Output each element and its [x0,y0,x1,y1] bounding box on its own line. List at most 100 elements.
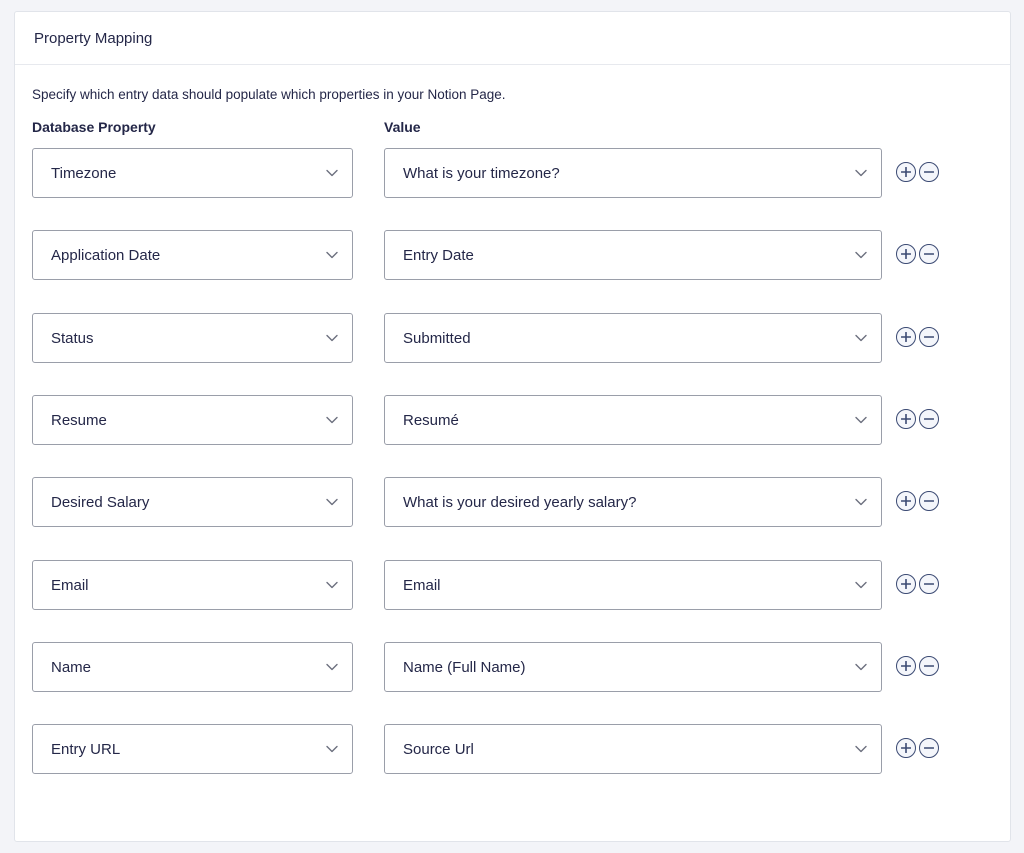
value-select[interactable]: What is your timezone? [384,148,882,198]
value-select[interactable]: What is your desired yearly salary? [384,477,882,527]
value-selected-value: Source Url [403,740,474,758]
chevron-down-icon [855,169,867,177]
mapping-row: Timezone What is your timezone? [32,148,962,198]
chevron-down-icon [326,334,338,342]
database-property-selected-value: Desired Salary [51,493,150,511]
chevron-down-icon [855,581,867,589]
row-actions [896,491,939,511]
database-property-selected-value: Application Date [51,246,161,264]
add-mapping-button[interactable] [896,244,916,264]
value-select[interactable]: Source Url [384,724,882,774]
chevron-down-icon [326,251,338,259]
add-mapping-button[interactable] [896,409,916,429]
add-mapping-button[interactable] [896,738,916,758]
mapping-row: Resume Resumé [32,395,962,445]
chevron-down-icon [326,581,338,589]
minus-icon [924,583,934,585]
remove-mapping-button[interactable] [919,244,939,264]
row-actions [896,409,939,429]
remove-mapping-button[interactable] [919,738,939,758]
chevron-down-icon [855,334,867,342]
chevron-down-icon [855,745,867,753]
plus-icon [901,496,911,506]
plus-icon [901,579,911,589]
plus-icon [901,743,911,753]
chevron-down-icon [855,416,867,424]
database-property-selected-value: Entry URL [51,740,121,758]
minus-icon [924,747,934,749]
add-mapping-button[interactable] [896,327,916,347]
value-column-label: Value [384,119,421,135]
plus-icon [901,414,911,424]
database-property-selected-value: Email [51,576,89,594]
chevron-down-icon [855,498,867,506]
value-select[interactable]: Name (Full Name) [384,642,882,692]
chevron-down-icon [855,663,867,671]
row-actions [896,656,939,676]
database-property-selected-value: Timezone [51,164,117,182]
value-selected-value: Resumé [403,411,459,429]
row-actions [896,738,939,758]
value-select[interactable]: Submitted [384,313,882,363]
minus-icon [924,500,934,502]
mapping-row: Name Name (Full Name) [32,642,962,692]
row-actions [896,574,939,594]
value-select[interactable]: Entry Date [384,230,882,280]
chevron-down-icon [326,416,338,424]
chevron-down-icon [326,498,338,506]
database-property-selected-value: Resume [51,411,107,429]
database-property-select[interactable]: Timezone [32,148,353,198]
plus-icon [901,332,911,342]
mapping-row: Status Submitted [32,313,962,363]
database-property-select[interactable]: Name [32,642,353,692]
chevron-down-icon [855,251,867,259]
database-property-select[interactable]: Status [32,313,353,363]
value-selected-value: What is your timezone? [403,164,560,182]
value-selected-value: Entry Date [403,246,474,264]
database-property-selected-value: Name [51,658,92,676]
row-actions [896,162,939,182]
mapping-row: Application Date Entry Date [32,230,962,280]
remove-mapping-button[interactable] [919,409,939,429]
mapping-row: Desired Salary What is your desired year… [32,477,962,527]
value-selected-value: Submitted [403,329,471,347]
mapping-row: Email Email [32,560,962,610]
add-mapping-button[interactable] [896,491,916,511]
value-selected-value: What is your desired yearly salary? [403,493,637,511]
minus-icon [924,336,934,338]
value-select[interactable]: Email [384,560,882,610]
mapping-description: Specify which entry data should populate… [32,87,506,102]
remove-mapping-button[interactable] [919,162,939,182]
add-mapping-button[interactable] [896,162,916,182]
database-property-select[interactable]: Desired Salary [32,477,353,527]
minus-icon [924,665,934,667]
plus-icon [901,249,911,259]
remove-mapping-button[interactable] [919,491,939,511]
mapping-row: Entry URL Source Url [32,724,962,774]
value-selected-value: Email [403,576,441,594]
add-mapping-button[interactable] [896,574,916,594]
database-property-column-label: Database Property [32,119,156,135]
remove-mapping-button[interactable] [919,656,939,676]
chevron-down-icon [326,745,338,753]
database-property-select[interactable]: Application Date [32,230,353,280]
value-select[interactable]: Resumé [384,395,882,445]
database-property-select[interactable]: Entry URL [32,724,353,774]
chevron-down-icon [326,663,338,671]
row-actions [896,244,939,264]
plus-icon [901,167,911,177]
row-actions [896,327,939,347]
add-mapping-button[interactable] [896,656,916,676]
chevron-down-icon [326,169,338,177]
minus-icon [924,171,934,173]
minus-icon [924,253,934,255]
remove-mapping-button[interactable] [919,327,939,347]
plus-icon [901,661,911,671]
minus-icon [924,418,934,420]
database-property-select[interactable]: Email [32,560,353,610]
database-property-selected-value: Status [51,329,94,347]
database-property-select[interactable]: Resume [32,395,353,445]
panel-body: Specify which entry data should populate… [14,11,1011,842]
value-selected-value: Name (Full Name) [403,658,526,676]
remove-mapping-button[interactable] [919,574,939,594]
